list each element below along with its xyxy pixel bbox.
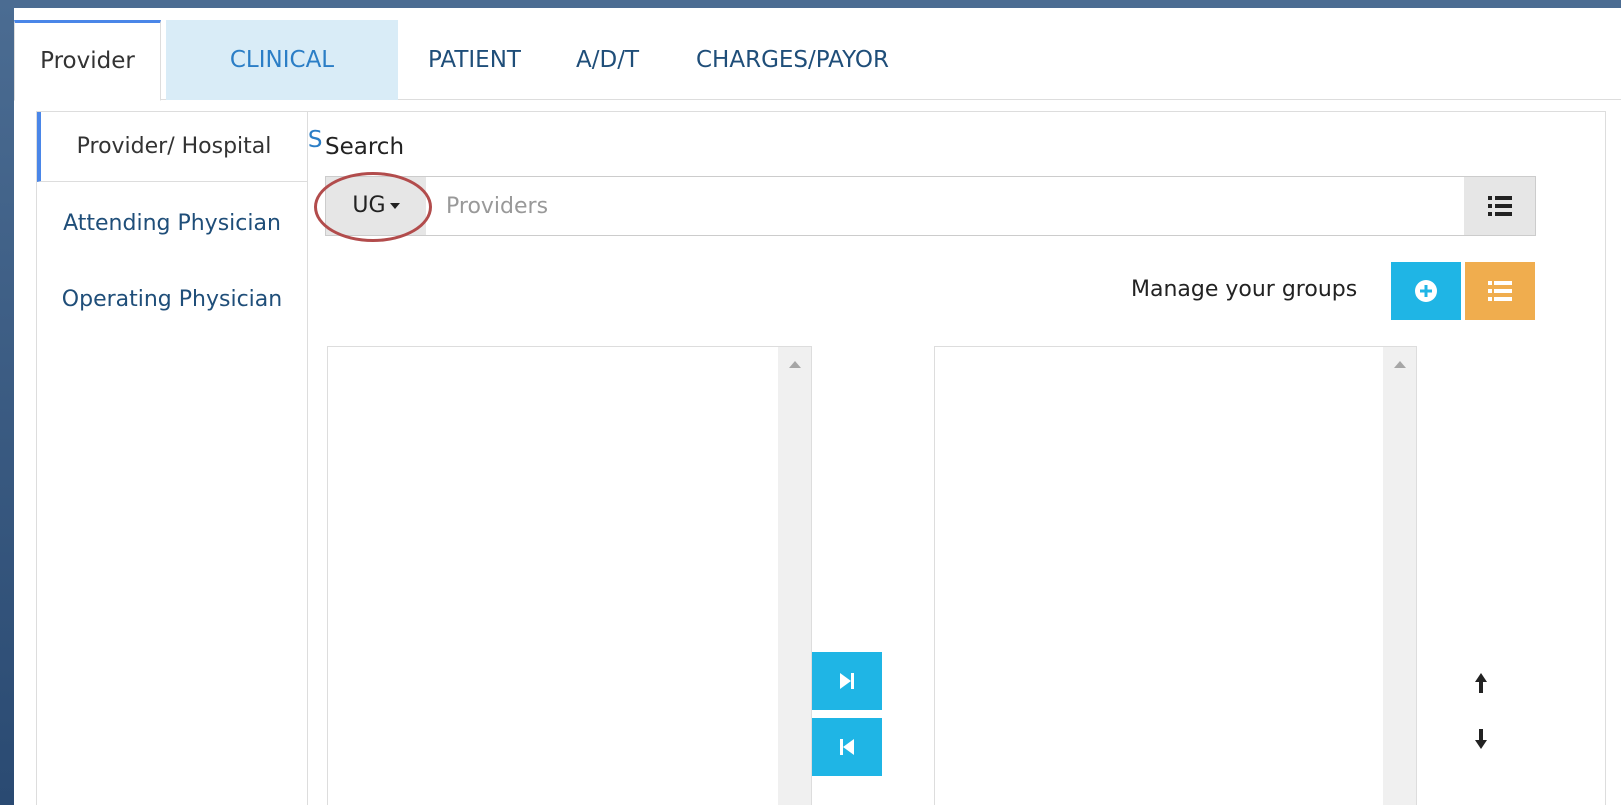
tab-patient[interactable]: PATIENT [406,20,538,100]
scroll-up-icon[interactable] [789,361,801,368]
scroll-up-icon[interactable] [1394,361,1406,368]
move-down-button[interactable] [1466,724,1496,754]
step-backward-icon [840,739,854,755]
add-group-button[interactable] [1391,262,1461,320]
provider-panel: Search UG Manage your groups [309,112,1606,805]
search-label: Search [325,134,405,160]
tab-charges-payor[interactable]: CHARGES/PAYOR [674,20,900,100]
arrow-up-icon [1475,673,1487,693]
arrow-down-icon [1475,729,1487,749]
move-left-button[interactable] [812,718,882,776]
main-panel: Provider CLINICAL CODES PATIENT A/D/T CH… [14,8,1621,805]
tab-adt[interactable]: A/D/T [554,20,660,100]
tab-provider[interactable]: Provider [14,20,161,101]
scope-dropdown-button[interactable]: UG [326,177,426,235]
sidebar-item-operating-physician[interactable]: Operating Physician [37,265,307,335]
sidebar-item-attending-physician[interactable]: Attending Physician [37,189,307,259]
tab-content: Provider/ Hospital Attending Physician O… [36,111,1606,805]
move-up-button[interactable] [1466,668,1496,698]
scrollbar[interactable] [1383,347,1416,805]
available-providers-list[interactable] [327,346,812,805]
step-forward-icon [840,673,854,689]
caret-down-icon [389,203,400,209]
scrollbar[interactable] [778,347,811,805]
sidebar-item-provider-hospital[interactable]: Provider/ Hospital [37,112,307,182]
list-icon [1488,281,1512,301]
list-icon [1487,196,1512,216]
manage-groups-label: Manage your groups [1131,277,1358,302]
selected-providers-list[interactable] [934,346,1417,805]
search-group: UG [314,172,1536,242]
provider-search-input[interactable] [430,177,1460,235]
list-view-button[interactable] [1464,177,1535,235]
scope-dropdown-value: UG [352,193,386,218]
plus-circle-icon [1415,280,1437,302]
list-groups-button[interactable] [1465,262,1535,320]
sidebar: Provider/ Hospital Attending Physician O… [37,112,308,805]
move-right-button[interactable] [812,652,882,710]
tab-clinical-codes[interactable]: CLINICAL CODES [166,20,398,153]
tab-bar: Provider CLINICAL CODES PATIENT A/D/T CH… [14,20,1621,153]
